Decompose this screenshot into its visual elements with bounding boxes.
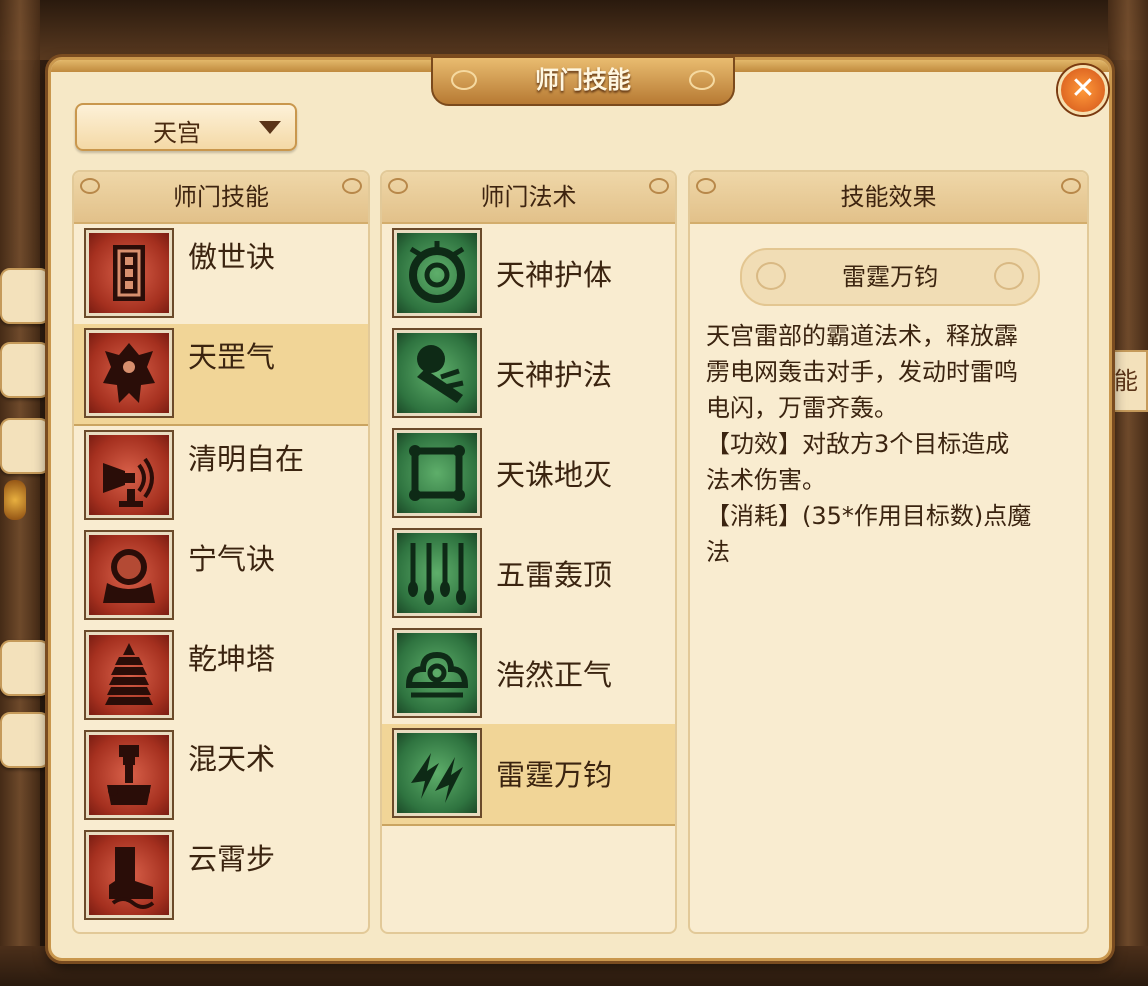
spell-row-tianshenhufa[interactable]: 天神护法 (382, 324, 675, 424)
spells-panel-title: 师门法术 (480, 183, 577, 211)
skill-row-qingmingzizai[interactable]: 清明自在 (74, 426, 368, 526)
skill-label: 傲世诀 (188, 240, 276, 274)
skill-label: 天罡气 (188, 340, 276, 374)
spells-panel: 师门法术 天神护体 天神护法 天诛地灭 五雷轰顶 浩然正气 雷霆万钧 (380, 170, 677, 934)
effect-line: 【功效】对敌方3个目标造成 (706, 430, 1010, 458)
guardian-icon (86, 330, 172, 416)
side-tab-3[interactable] (0, 418, 50, 474)
skill-label: 乾坤塔 (188, 642, 276, 676)
cloud-ornament-icon (756, 262, 786, 290)
cloud-ornament-icon (689, 70, 715, 90)
cloud-ornament-icon (451, 70, 477, 90)
skill-dialog: 师门技能 天宫 师门技能 傲世诀 天罡气 清明自在 宁气诀 乾坤塔 混天术 云霄… (48, 56, 1112, 961)
effect-line: 雳电网轰击对手，发动时雷鸣 (706, 358, 1018, 386)
effect-panel-header: 技能效果 (690, 172, 1087, 224)
skill-row-yunxiaobu[interactable]: 云霄步 (74, 826, 368, 926)
lightning-icon (394, 730, 480, 816)
skills-panel-title: 师门技能 (173, 183, 269, 211)
effect-line: 法 (706, 538, 730, 566)
skill-row-aoshijue[interactable]: 傲世诀 (74, 224, 368, 324)
hanging-bolts-icon (394, 530, 480, 616)
close-button[interactable]: ✕ (1058, 65, 1108, 115)
horn-icon (86, 432, 172, 518)
corner-ornament-icon (1061, 178, 1081, 194)
spell-row-leitingwanjun[interactable]: 雷霆万钧 (382, 724, 675, 826)
effect-line: 法术伤害。 (706, 466, 826, 494)
school-dropdown-value: 天宫 (153, 119, 201, 147)
effect-line: 【消耗】(35*作用目标数)点魔 (706, 502, 1032, 530)
spell-row-tianzhudimie[interactable]: 天诛地灭 (382, 424, 675, 524)
side-tab-5[interactable] (0, 712, 50, 768)
effect-line: 天宫雷部的霸道法术，释放霹 (706, 322, 1018, 350)
school-dropdown[interactable]: 天宫 (75, 103, 297, 151)
dialog-title-banner: 师门技能 (431, 56, 735, 106)
skill-label: 清明自在 (188, 442, 305, 476)
chevron-down-icon (259, 121, 281, 134)
corner-ornament-icon (696, 178, 716, 194)
skill-label: 云霄步 (188, 842, 276, 876)
lantern-decoration (4, 480, 26, 520)
skills-panel: 师门技能 傲世诀 天罡气 清明自在 宁气诀 乾坤塔 混天术 云霄步 (72, 170, 370, 934)
side-tab-4[interactable] (0, 640, 50, 696)
spell-label: 五雷轰顶 (496, 558, 613, 592)
side-tab-1[interactable] (0, 268, 50, 324)
background-roof (0, 0, 1148, 60)
corner-ornament-icon (342, 178, 362, 194)
spell-row-tianshenhuti[interactable]: 天神护体 (382, 224, 675, 324)
corner-ornament-icon (80, 178, 100, 194)
close-icon: ✕ (1070, 71, 1096, 106)
boot-icon (86, 832, 172, 918)
spell-label: 浩然正气 (496, 658, 613, 692)
skills-panel-header: 师门技能 (74, 172, 368, 224)
spell-label: 天神护法 (496, 358, 613, 392)
spell-label: 雷霆万钧 (496, 758, 613, 792)
spell-row-wuleihongding[interactable]: 五雷轰顶 (382, 524, 675, 624)
skill-label: 宁气诀 (188, 542, 276, 576)
scroll-icon (86, 230, 172, 316)
skill-row-ningqijue[interactable]: 宁气诀 (74, 526, 368, 626)
effect-description: 天宫雷部的霸道法术，释放霹 雳电网轰击对手，发动时雷鸣 电闪，万雷齐轰。 【功效… (706, 318, 1078, 570)
skill-row-huntianshu[interactable]: 混天术 (74, 726, 368, 826)
corner-ornament-icon (649, 178, 669, 194)
effect-panel-title: 技能效果 (840, 183, 937, 211)
cloud-swirl-icon (394, 630, 480, 716)
orb-stand-icon (86, 532, 172, 618)
shield-ring-icon (394, 230, 480, 316)
effect-skill-name-plate: 雷霆万钧 (740, 248, 1040, 306)
pagoda-icon (86, 632, 172, 718)
effect-line: 电闪，万雷齐轰。 (706, 394, 898, 422)
spell-row-haoranzhengqi[interactable]: 浩然正气 (382, 624, 675, 724)
skill-row-qiankunta[interactable]: 乾坤塔 (74, 626, 368, 726)
corner-ornament-icon (388, 178, 408, 194)
dialog-title: 师门技能 (535, 66, 631, 94)
spell-label: 天神护体 (496, 258, 613, 292)
effect-panel: 技能效果 雷霆万钧 天宫雷部的霸道法术，释放霹 雳电网轰击对手，发动时雷鸣 电闪… (688, 170, 1089, 934)
square-frame-icon (394, 430, 480, 516)
side-tab-2[interactable] (0, 342, 50, 398)
strike-icon (394, 330, 480, 416)
spell-label: 天诛地灭 (496, 458, 613, 492)
cloud-ornament-icon (994, 262, 1024, 290)
spells-panel-header: 师门法术 (382, 172, 675, 224)
skill-label: 混天术 (188, 742, 276, 776)
chess-rook-icon (86, 732, 172, 818)
background-pillar-right (1108, 0, 1148, 986)
skill-row-tiangangqi[interactable]: 天罡气 (74, 324, 368, 426)
effect-skill-name: 雷霆万钧 (842, 263, 938, 291)
